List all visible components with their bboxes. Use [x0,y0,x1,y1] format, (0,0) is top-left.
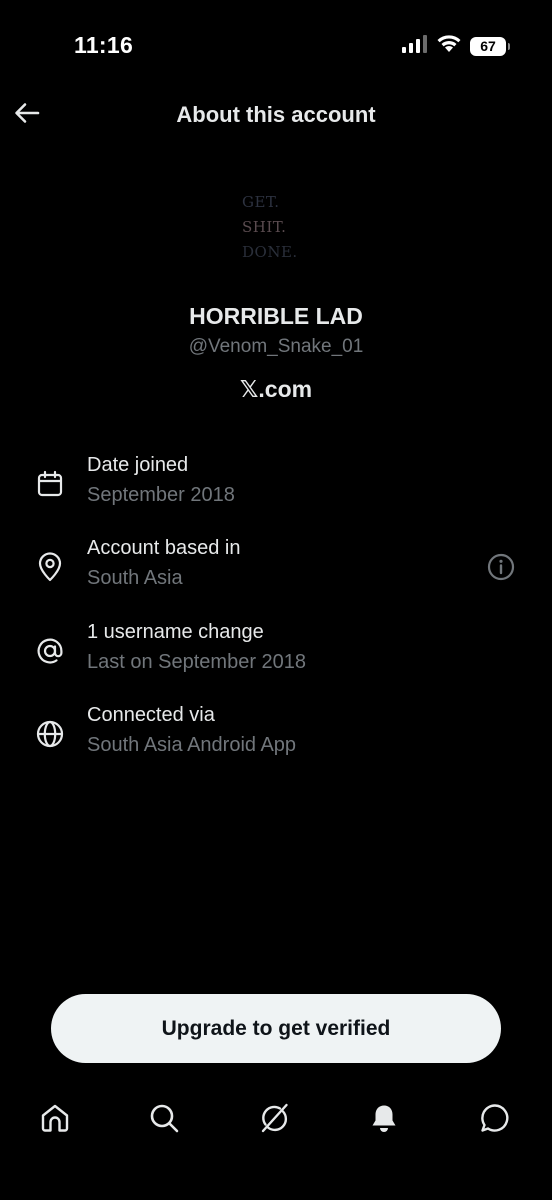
grok-icon [258,1102,290,1139]
info-icon[interactable] [486,552,516,582]
header: About this account [0,90,552,144]
detail-label: Connected via [87,704,215,726]
battery-icon: 67 [470,36,510,56]
tab-notifications[interactable] [364,1100,404,1140]
tab-grok[interactable] [254,1100,294,1140]
calendar-icon [34,468,66,500]
detail-value: South Asia Android App [87,734,297,756]
messages-icon [479,1102,511,1139]
globe-icon [34,718,66,750]
signal-icon [402,34,428,58]
battery-level: 67 [480,38,496,54]
detail-row-connected-via: Connected via South Asia Android App [0,704,552,768]
tab-home[interactable] [35,1100,75,1140]
avatar-line: DONE. [242,242,298,261]
status-icons: 67 [402,34,510,58]
upgrade-button[interactable]: Upgrade to get verified [51,994,501,1063]
site-label: 𝕏.com [239,376,313,402]
avatar: GET. SHIT. DONE. [232,182,322,272]
status-time: 11:16 [74,32,134,58]
display-name: HORRIBLE LAD [189,303,363,329]
avatar-line: SHIT. [242,217,287,236]
wifi-icon [436,34,462,58]
detail-label: Date joined [87,454,189,476]
detail-row-account-based-in: Account based in South Asia [0,537,552,601]
user-handle: @Venom_Snake_01 [188,336,364,357]
detail-label: Account based in [87,537,241,559]
location-pin-icon [34,551,66,583]
search-icon [148,1102,180,1139]
bottom-tab-bar [0,1090,552,1150]
page-title: About this account [176,102,376,127]
at-sign-icon [34,635,66,667]
status-bar: 11:16 67 [0,0,552,90]
avatar-line: GET. [242,192,280,211]
detail-row-username-change: 1 username change Last on September 2018 [0,621,552,685]
detail-label: 1 username change [87,621,264,643]
detail-row-date-joined: Date joined September 2018 [0,454,552,518]
detail-value: September 2018 [87,484,235,506]
detail-value: Last on September 2018 [87,651,307,673]
tab-search[interactable] [144,1100,184,1140]
home-icon [39,1102,71,1139]
tab-messages[interactable] [475,1100,515,1140]
detail-value: South Asia [87,567,183,589]
notifications-bell-icon [368,1102,400,1139]
